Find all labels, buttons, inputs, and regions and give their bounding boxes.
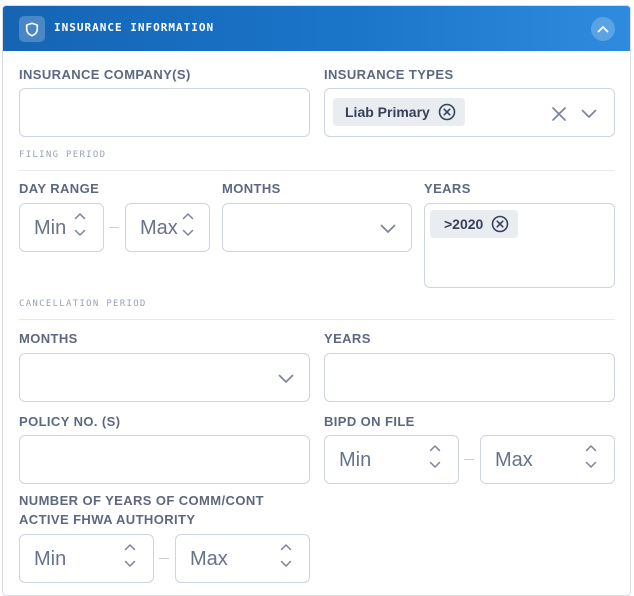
chip-remove-button[interactable]	[491, 215, 509, 233]
panel-title: INSURANCE INFORMATION	[54, 21, 215, 34]
insurance-company-input[interactable]	[19, 88, 310, 137]
collapse-button[interactable]	[591, 17, 615, 41]
chip-label: Liab Primary	[345, 104, 430, 120]
close-circle-icon	[438, 103, 456, 121]
filing-months-select[interactable]	[222, 203, 412, 252]
cancellation-years-input[interactable]	[324, 353, 615, 402]
insurance-information-panel: INSURANCE INFORMATION INSURANCE COMPANY(…	[2, 5, 631, 596]
chip-liab-primary: Liab Primary	[333, 98, 465, 126]
min-placeholder: Min	[34, 217, 67, 239]
chip-label: >2020	[444, 216, 484, 232]
chevron-down-icon	[278, 374, 294, 383]
chevron-up-icon[interactable]	[280, 543, 292, 551]
chevron-down-icon	[380, 224, 396, 233]
day-range-max-input[interactable]: Max	[125, 203, 210, 252]
chevron-down-icon[interactable]	[74, 229, 86, 237]
bipd-max-input[interactable]: Max	[480, 435, 615, 484]
bipd-min-input[interactable]: Min	[324, 435, 459, 484]
years-authority-label-line1: NUMBER OF YEARS OF COMM/CONT	[19, 493, 264, 508]
years-authority-max-input[interactable]: Max	[175, 534, 310, 583]
chevron-up-icon[interactable]	[182, 212, 194, 220]
range-separator	[159, 558, 169, 559]
chevron-up-icon[interactable]	[74, 212, 86, 220]
section-divider	[19, 170, 615, 171]
chevron-down-icon[interactable]	[429, 461, 441, 469]
years-authority-min-input[interactable]: Min	[19, 534, 154, 583]
chevron-up-icon[interactable]	[429, 444, 441, 452]
dropdown-toggle[interactable]	[579, 104, 599, 124]
shield-icon	[19, 16, 45, 42]
stepper[interactable]	[585, 444, 597, 469]
stepper[interactable]	[182, 212, 194, 237]
cancellation-months-select[interactable]	[19, 353, 310, 402]
policy-no-label: POLICY NO. (S)	[19, 414, 121, 429]
chevron-up-icon[interactable]	[585, 444, 597, 452]
close-icon	[552, 107, 566, 121]
insurance-types-select[interactable]: Liab Primary	[324, 88, 615, 137]
day-range-min-input[interactable]: Min	[19, 203, 104, 252]
clear-button[interactable]	[549, 104, 569, 124]
filing-years-select[interactable]: >2020	[424, 203, 615, 288]
cancellation-years-label: YEARS	[324, 331, 371, 346]
max-placeholder: Max	[140, 217, 178, 239]
range-separator	[109, 227, 119, 228]
stepper[interactable]	[74, 212, 86, 237]
stepper[interactable]	[280, 543, 292, 568]
min-placeholder: Min	[339, 449, 372, 471]
chevron-down-icon[interactable]	[124, 560, 136, 568]
chevron-down-icon[interactable]	[585, 461, 597, 469]
day-range-label: DAY RANGE	[19, 181, 100, 196]
stepper[interactable]	[429, 444, 441, 469]
stepper[interactable]	[124, 543, 136, 568]
chevron-down-icon	[581, 109, 597, 118]
years-authority-label-line2: ACTIVE FHWA AUTHORITY	[19, 512, 196, 527]
dropdown-toggle[interactable]	[378, 219, 398, 239]
chevron-up-icon	[597, 26, 609, 33]
chevron-down-icon[interactable]	[182, 229, 194, 237]
max-placeholder: Max	[190, 548, 228, 570]
policy-no-input[interactable]	[19, 435, 310, 484]
range-separator	[464, 459, 474, 460]
max-placeholder: Max	[495, 449, 533, 471]
chevron-up-icon[interactable]	[124, 543, 136, 551]
chevron-down-icon[interactable]	[280, 560, 292, 568]
insurance-company-label: INSURANCE COMPANY(S)	[19, 67, 191, 82]
section-divider	[19, 319, 615, 320]
insurance-types-label: INSURANCE TYPES	[324, 67, 454, 82]
filing-months-label: MONTHS	[222, 181, 281, 196]
bipd-on-file-label: BIPD ON FILE	[324, 414, 415, 429]
chip-remove-button[interactable]	[438, 103, 456, 121]
min-placeholder: Min	[34, 548, 67, 570]
close-circle-icon	[492, 215, 509, 233]
filing-period-section-label: FILING PERIOD	[19, 150, 107, 160]
cancellation-months-label: MONTHS	[19, 331, 78, 346]
cancellation-period-section-label: CANCELLATION PERIOD	[19, 299, 147, 309]
filing-years-label: YEARS	[424, 181, 471, 196]
dropdown-toggle[interactable]	[276, 369, 296, 389]
panel-header[interactable]: INSURANCE INFORMATION	[3, 6, 630, 51]
chip-year: >2020	[430, 210, 519, 238]
